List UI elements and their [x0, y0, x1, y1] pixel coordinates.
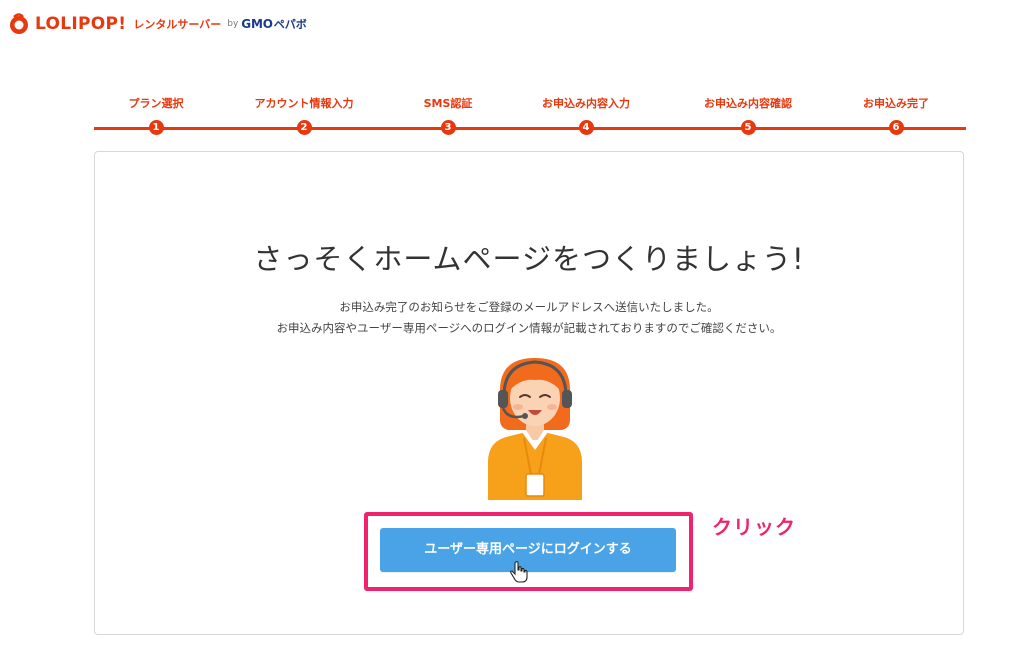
support-operator-illustration: [480, 350, 590, 500]
step-number: 3: [440, 120, 456, 135]
message-line-2: お申込み内容やユーザー専用ページへのログイン情報が記載されておりますのでご確認く…: [276, 321, 782, 335]
step-5: お申込み内容確認 5: [673, 95, 823, 135]
step-number: 4: [578, 120, 594, 135]
step-6: お申込み完了 6: [821, 95, 971, 135]
step-1: プラン選択 1: [81, 95, 231, 135]
step-label: お申込み内容確認: [704, 97, 792, 110]
site-header: LOLIPOP! レンタルサーバー by GMO ペパボ: [8, 10, 307, 38]
step-number: 2: [296, 120, 312, 135]
brand-by: by: [227, 19, 239, 29]
step-3: SMS認証 3: [373, 95, 523, 135]
brand-name[interactable]: LOLIPOP!: [35, 14, 126, 34]
step-number: 5: [740, 120, 756, 135]
step-label: お申込み完了: [863, 97, 929, 110]
step-label: SMS認証: [423, 97, 473, 110]
gmo-logo: GMO: [241, 17, 273, 31]
hand-cursor-icon: [510, 561, 528, 583]
completion-message: お申込み完了のお知らせをご登録のメールアドレスへ送信いたしました。 お申込み内容…: [95, 297, 963, 339]
step-2: アカウント情報入力 2: [229, 95, 379, 135]
step-label: プラン選択: [128, 97, 184, 110]
user-login-button[interactable]: ユーザー専用ページにログインする: [380, 528, 676, 572]
message-line-1: お申込み完了のお知らせをご登録のメールアドレスへ送信いたしました。: [339, 300, 719, 314]
click-annotation: クリック: [712, 515, 796, 539]
pepabo-logo: ペパボ: [273, 18, 307, 31]
step-number: 1: [148, 120, 164, 135]
step-label: お申込み内容入力: [542, 97, 630, 110]
page-title: さっそくホームページをつくりましょう!: [253, 242, 805, 276]
step-4: お申込み内容入力 4: [511, 95, 661, 135]
step-label: アカウント情報入力: [254, 97, 354, 110]
brand-subtitle: レンタルサーバー: [133, 18, 222, 31]
step-number: 6: [888, 120, 904, 135]
step-progress: プラン選択 1 アカウント情報入力 2 SMS認証 3 お申込み内容入力 4 お…: [94, 95, 966, 135]
lolipop-logo-icon[interactable]: [8, 13, 30, 35]
